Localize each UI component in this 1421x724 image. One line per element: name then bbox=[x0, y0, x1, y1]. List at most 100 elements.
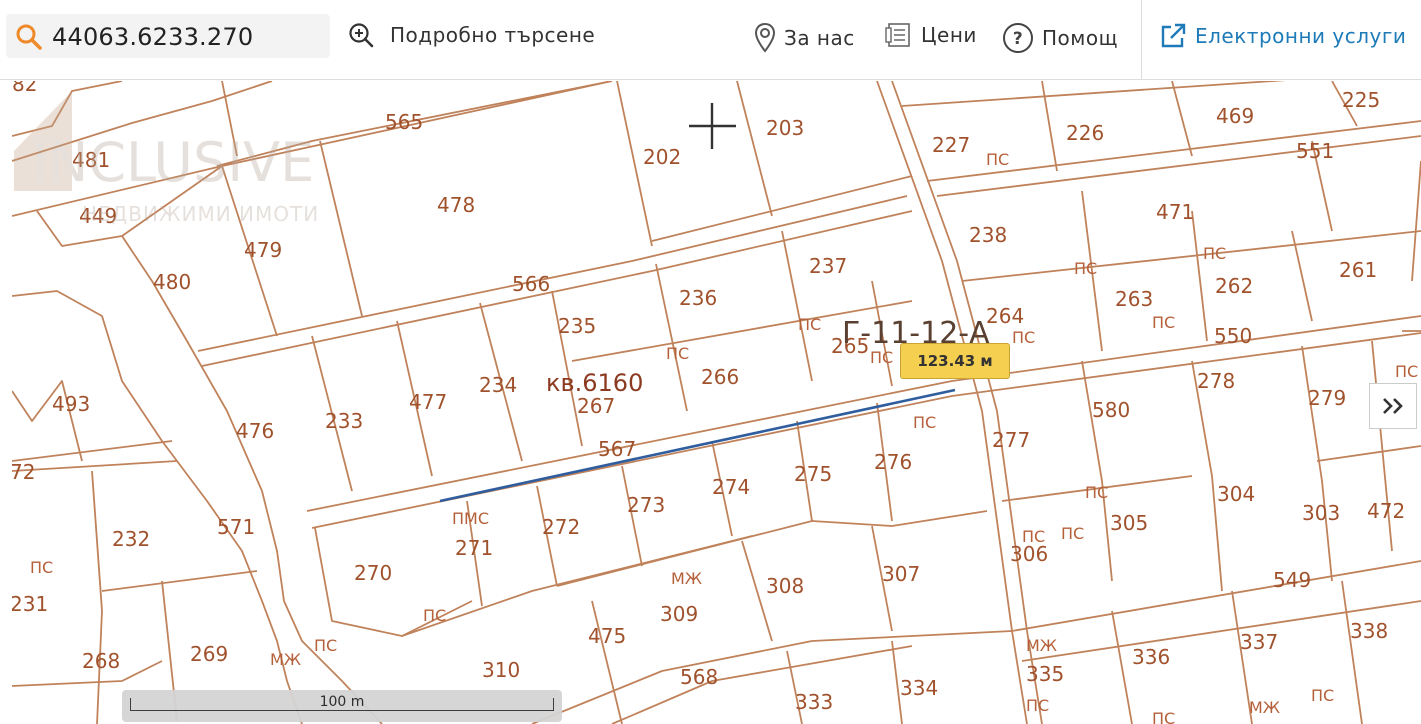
parcel-label: 234 bbox=[479, 373, 517, 397]
parcel-label: 308 bbox=[766, 574, 804, 598]
parcel-label: 336 bbox=[1132, 645, 1170, 669]
help-link[interactable]: ? Помощ bbox=[1002, 22, 1118, 54]
advanced-search-link[interactable]: Подробно търсене bbox=[348, 22, 595, 48]
mzh-marker: МЖ bbox=[671, 569, 702, 588]
parcel-label: 273 bbox=[627, 493, 665, 517]
parcel-labels: 82 565 481 449 478 202 203 227 226 469 2… bbox=[12, 81, 1405, 714]
parcel-label: 571 bbox=[217, 515, 255, 539]
parcel-boundaries bbox=[12, 81, 1421, 724]
parcel-label: 275 bbox=[794, 462, 832, 486]
ps-marker: ПС bbox=[1012, 328, 1035, 347]
parcel-label: 305 bbox=[1110, 511, 1148, 535]
parcel-label: 567 bbox=[598, 437, 636, 461]
parcel-label: 226 bbox=[1066, 121, 1104, 145]
ps-marker: ПС bbox=[423, 606, 446, 625]
parcel-label: 551 bbox=[1296, 139, 1334, 163]
parcel-label: 232 bbox=[112, 527, 150, 551]
parcel-label: 236 bbox=[679, 286, 717, 310]
parcel-label: 263 bbox=[1115, 287, 1153, 311]
parcel-label: 568 bbox=[680, 665, 718, 689]
parcel-label: 261 bbox=[1339, 258, 1377, 282]
e-services-label: Електронни услуги bbox=[1195, 24, 1407, 48]
svg-text:?: ? bbox=[1013, 29, 1023, 49]
parcel-label: 233 bbox=[325, 409, 363, 433]
parcel-label: 262 bbox=[1215, 274, 1253, 298]
parcel-label: 338 bbox=[1350, 619, 1388, 643]
parcel-label: 549 bbox=[1273, 568, 1311, 592]
parcel-label: 271 bbox=[455, 536, 493, 560]
search-box[interactable]: 44063.6233.270 bbox=[6, 14, 330, 58]
parcel-label: 565 bbox=[385, 110, 423, 134]
help-label: Помощ bbox=[1042, 26, 1118, 50]
parcel-label: 471 bbox=[1156, 200, 1194, 224]
pms-marker: ПМС bbox=[452, 509, 489, 528]
search-icon[interactable] bbox=[16, 24, 42, 50]
parcel-label: 481 bbox=[72, 148, 110, 172]
zoom-plus-icon bbox=[349, 23, 374, 48]
ps-marker: ПС bbox=[1311, 686, 1334, 705]
parcel-label: 267 bbox=[577, 394, 615, 418]
parcel-label: 333 bbox=[795, 690, 833, 714]
parcel-label: 337 bbox=[1240, 630, 1278, 654]
price-list-icon bbox=[885, 23, 910, 47]
parcel-label: 225 bbox=[1342, 88, 1380, 112]
double-chevron-right-icon bbox=[1383, 398, 1403, 414]
parcel-label: 335 bbox=[1026, 662, 1064, 686]
parcel-label: 479 bbox=[244, 238, 282, 262]
scale-bar: 100 m bbox=[122, 690, 562, 722]
about-link[interactable]: За нас bbox=[754, 22, 855, 54]
parcel-label: 72 bbox=[12, 460, 35, 484]
parcel-label: 276 bbox=[874, 450, 912, 474]
expand-panel-button[interactable] bbox=[1369, 383, 1417, 429]
parcel-label: 82 bbox=[12, 81, 37, 96]
parcel-label: 477 bbox=[409, 390, 447, 414]
parcel-label: 550 bbox=[1214, 324, 1252, 348]
parcel-label: 472 bbox=[1367, 499, 1405, 523]
about-label: За нас bbox=[784, 26, 855, 50]
search-input[interactable]: 44063.6233.270 bbox=[52, 23, 253, 51]
crosshair-icon bbox=[689, 103, 736, 149]
parcel-label: 303 bbox=[1302, 501, 1340, 525]
map-canvas[interactable]: 82 565 481 449 478 202 203 227 226 469 2… bbox=[12, 81, 1421, 724]
parcel-label: 203 bbox=[766, 116, 804, 140]
block-label: кв.6160 bbox=[546, 369, 643, 397]
parcel-label: 480 bbox=[153, 270, 191, 294]
scale-bar-label: 100 m bbox=[319, 694, 365, 710]
ps-marker: ПС bbox=[1203, 244, 1226, 263]
help-icon: ? bbox=[1003, 23, 1033, 53]
parcel-label: 279 bbox=[1308, 386, 1346, 410]
parcel-label: 493 bbox=[52, 392, 90, 416]
parcel-label: 235 bbox=[558, 314, 596, 338]
advanced-search-label: Подробно търсене bbox=[390, 23, 596, 47]
ps-marker: ПС bbox=[1061, 524, 1084, 543]
parcel-label: 272 bbox=[542, 515, 580, 539]
ps-marker: ПС bbox=[666, 344, 689, 363]
parcel-label: 469 bbox=[1216, 104, 1254, 128]
parcel-label: 580 bbox=[1092, 398, 1130, 422]
parcel-label: 202 bbox=[643, 145, 681, 169]
mzh-marker: МЖ bbox=[1026, 636, 1057, 655]
e-services-link[interactable]: Електронни услуги bbox=[1159, 22, 1406, 50]
parcel-label: 309 bbox=[660, 602, 698, 626]
parcel-label: 476 bbox=[236, 419, 274, 443]
parcel-label: 266 bbox=[701, 365, 739, 389]
mzh-marker: МЖ bbox=[270, 650, 301, 669]
cadastral-map[interactable]: 82 565 481 449 478 202 203 227 226 469 2… bbox=[12, 81, 1421, 724]
ps-marker: ПС bbox=[1152, 313, 1175, 332]
ps-marker: ПС bbox=[1022, 527, 1045, 546]
parcel-label: 566 bbox=[512, 272, 550, 296]
parcel-label: 237 bbox=[809, 254, 847, 278]
ps-marker: ПС bbox=[30, 558, 53, 577]
ps-marker: ПС bbox=[1026, 696, 1049, 715]
parcel-label: 475 bbox=[588, 624, 626, 648]
parcel-label: 227 bbox=[932, 133, 970, 157]
parcel-label: 278 bbox=[1197, 369, 1235, 393]
prices-link[interactable]: Цени bbox=[885, 22, 977, 48]
top-bar: 44063.6233.270 Подробно търсене За нас Ц… bbox=[0, 0, 1421, 80]
parcel-label: 268 bbox=[82, 649, 120, 673]
location-pin-icon bbox=[754, 22, 776, 53]
ps-marker: ПС bbox=[798, 315, 821, 334]
ps-marker: ПС bbox=[1074, 259, 1097, 278]
external-link-icon bbox=[1161, 23, 1186, 48]
parcel-label: 264 bbox=[986, 304, 1024, 328]
